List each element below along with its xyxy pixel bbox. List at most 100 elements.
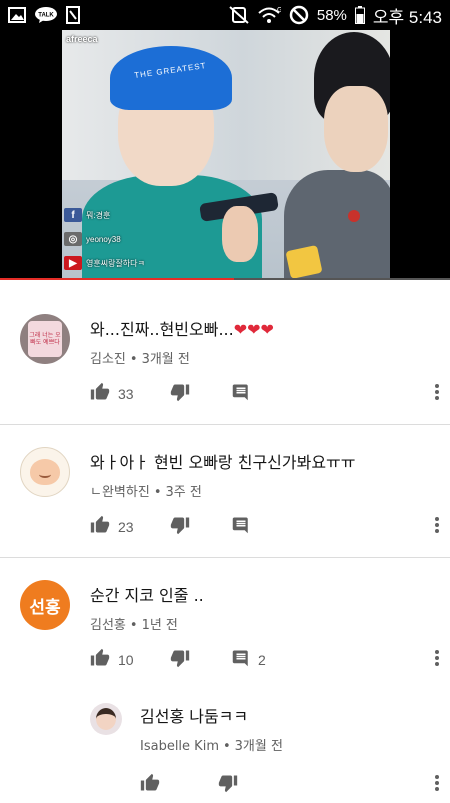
comment-time: 3주 전	[165, 485, 202, 500]
avatar[interactable]: 그래 너는 오빠도 예쁘다	[20, 314, 70, 364]
reply-button[interactable]	[232, 382, 258, 406]
comment-icon	[232, 516, 250, 538]
thumbs-down-icon	[170, 382, 190, 406]
status-bar: TALK G 58% 오후 5:43	[0, 0, 450, 30]
dislike-button[interactable]	[170, 648, 190, 672]
comment-author[interactable]: 김소진	[90, 352, 126, 367]
reply-time: 3개월 전	[234, 739, 283, 754]
more-options-button[interactable]	[434, 382, 440, 406]
social-instagram-text: yeonoy38	[86, 234, 121, 244]
mute-icon	[229, 6, 249, 24]
more-vert-icon	[434, 774, 440, 796]
meta-separator: •	[153, 485, 162, 500]
battery-percent: 58%	[316, 6, 347, 24]
meta-separator: •	[222, 739, 231, 754]
comment-item: 선홍 순간 지코 인줄 .. 김선홍 • 1년 전 10 2	[0, 558, 450, 683]
clock: 오후 5:43	[372, 7, 442, 27]
comment-item: 와ㅏ아ㅏ 현빈 오빠랑 친구신가봐요ㅠㅠ ㄴ완벽하진 • 3주 전 23	[0, 425, 450, 558]
social-facebook: f 뭐:경훈	[64, 208, 110, 222]
avatar-image: 그래 너는 오빠도 예쁘다	[28, 321, 62, 357]
social-instagram: ◎ yeonoy38	[64, 232, 121, 246]
reply-text: 김선홍 나둠ㅋㅋ	[140, 707, 249, 726]
social-youtube: ▶ 영훈씨랑잘하다ㅋ	[64, 256, 145, 270]
thumbs-down-icon	[170, 648, 190, 672]
like-button[interactable]: 33	[90, 382, 134, 406]
status-right: G 58% 오후 5:43	[229, 3, 442, 28]
facebook-icon: f	[64, 208, 82, 222]
comment-actions: 10 2	[90, 648, 440, 672]
dislike-button[interactable]	[170, 515, 190, 539]
comment-text: 순간 지코 인줄 ..	[90, 586, 204, 605]
like-button[interactable]: 23	[90, 515, 134, 539]
comment-item: 그래 너는 오빠도 예쁘다 와...진짜..현빈오빠...❤❤❤ 김소진 • 3개월…	[0, 292, 450, 425]
comment-meta: ㄴ완벽하진 • 3주 전	[90, 481, 202, 500]
comments-list: 그래 너는 오빠도 예쁘다 와...진짜..현빈오빠...❤❤❤ 김소진 • 3개월…	[0, 292, 450, 803]
wifi-icon: G	[257, 5, 281, 25]
avatar[interactable]	[90, 703, 122, 735]
network-label: G	[277, 7, 281, 14]
video-player[interactable]: afreeca THE GREATEST f 뭐:경훈 ◎ yeonoy38 ▶…	[0, 30, 450, 280]
avatar-image	[96, 708, 116, 730]
more-options-button[interactable]	[434, 773, 440, 797]
meta-separator: •	[129, 618, 138, 633]
video-progress-bar[interactable]	[0, 278, 450, 280]
avatar[interactable]: 선홍	[20, 580, 70, 630]
comment-text: 와ㅏ아ㅏ 현빈 오빠랑 친구신가봐요ㅠㅠ	[90, 453, 356, 472]
instagram-icon: ◎	[64, 232, 82, 246]
comment-text: 와...진짜..현빈오빠...❤❤❤	[90, 320, 274, 339]
comment-actions: 23	[90, 515, 440, 539]
person-right-face	[324, 86, 388, 172]
comment-time: 3개월 전	[141, 352, 190, 367]
video-progress-fill	[0, 278, 234, 280]
more-vert-icon	[434, 649, 440, 671]
like-count: 33	[118, 386, 134, 402]
status-left: TALK	[8, 6, 80, 24]
social-facebook-text: 뭐:경훈	[86, 210, 111, 220]
do-not-disturb-icon	[289, 5, 309, 25]
thumbs-up-icon	[90, 382, 110, 406]
battery-icon	[354, 6, 365, 24]
more-options-button[interactable]	[434, 515, 440, 539]
comment-icon	[232, 649, 250, 671]
comment-author[interactable]: ㄴ완벽하진	[90, 485, 150, 500]
dislike-button[interactable]	[170, 382, 190, 406]
reply-item: 김선홍 나둠ㅋㅋ Isabelle Kim • 3개월 전	[0, 683, 450, 803]
avatar[interactable]	[20, 447, 70, 497]
video-watermark: afreeca	[66, 34, 98, 44]
youtube-icon: ▶	[64, 256, 82, 270]
more-vert-icon	[434, 383, 440, 405]
like-count: 10	[118, 652, 134, 668]
document-icon	[66, 6, 80, 24]
thumbs-down-icon	[218, 773, 238, 797]
reply-button[interactable]	[232, 515, 258, 539]
comment-time: 1년 전	[141, 618, 178, 633]
comment-meta: 김선홍 • 1년 전	[90, 614, 178, 633]
meta-separator: •	[129, 352, 138, 367]
reply-button[interactable]: 2	[232, 648, 266, 672]
person-left-cap	[110, 46, 232, 110]
comment-actions: 33	[90, 382, 440, 406]
thumbs-up-icon	[140, 773, 160, 797]
avatar-initials: 선홍	[29, 597, 61, 618]
like-button[interactable]: 10	[90, 648, 134, 672]
social-youtube-text: 영훈씨랑잘하다ㅋ	[86, 258, 145, 268]
reply-author[interactable]: Isabelle Kim	[140, 739, 219, 754]
thumbs-up-icon	[90, 515, 110, 539]
shirt-badge	[348, 210, 360, 222]
comment-icon	[232, 383, 250, 405]
more-options-button[interactable]	[434, 648, 440, 672]
svg-text:TALK: TALK	[38, 13, 54, 19]
image-icon	[8, 7, 26, 23]
like-count: 23	[118, 519, 134, 535]
reply-meta: Isabelle Kim • 3개월 전	[140, 735, 283, 754]
more-vert-icon	[434, 516, 440, 538]
like-button[interactable]	[140, 773, 160, 797]
thumbs-down-icon	[170, 515, 190, 539]
video-frame[interactable]: afreeca THE GREATEST f 뭐:경훈 ◎ yeonoy38 ▶…	[62, 30, 390, 280]
reply-count: 2	[258, 652, 266, 668]
dislike-button[interactable]	[218, 773, 238, 797]
thumbs-up-icon	[90, 648, 110, 672]
comment-author[interactable]: 김선홍	[90, 618, 126, 633]
avatar-image	[30, 459, 60, 485]
talk-icon: TALK	[34, 6, 58, 24]
